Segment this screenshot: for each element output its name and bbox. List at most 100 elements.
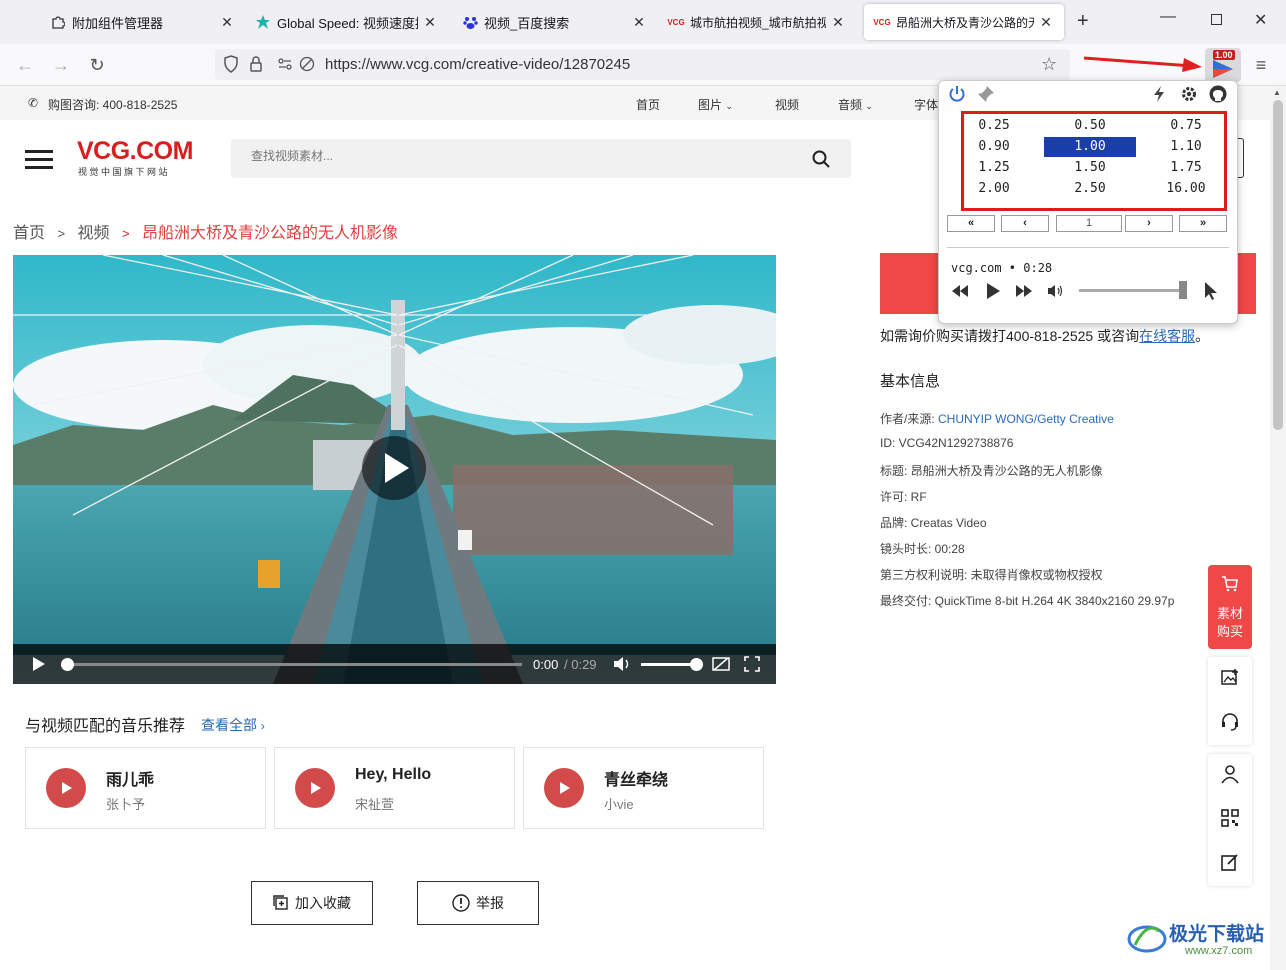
- logo-subtitle: 视 觉 中 国 旗 下 网 站: [78, 167, 168, 177]
- url-bar[interactable]: https://www.vcg.com/creative-video/12870…: [215, 49, 1070, 80]
- fullscreen-icon[interactable]: [744, 656, 760, 672]
- close-tab-icon[interactable]: ✕: [631, 14, 647, 31]
- permissions-icon[interactable]: [277, 57, 293, 74]
- faster-fast-button[interactable]: »: [1179, 215, 1227, 232]
- play-icon[interactable]: [31, 656, 47, 672]
- add-favorite-button[interactable]: 加入收藏: [251, 881, 373, 925]
- new-tab-button[interactable]: +: [1077, 10, 1089, 33]
- nav-home[interactable]: 首页: [636, 96, 660, 113]
- tab-addons[interactable]: 附加组件管理器 ✕: [40, 4, 245, 40]
- popup-volume-thumb[interactable]: [1179, 281, 1187, 299]
- view-all-link[interactable]: 查看全部 ›: [201, 715, 265, 735]
- search-icon[interactable]: [812, 150, 830, 168]
- breadcrumb-video[interactable]: 视频: [78, 225, 110, 242]
- tab-city-aerial[interactable]: VCG 城市航拍视频_城市航拍视频 ✕: [658, 4, 856, 40]
- volume-track[interactable]: [641, 658, 703, 671]
- nav-images[interactable]: 图片 ⌄: [698, 96, 733, 113]
- minimize-button[interactable]: —: [1160, 8, 1176, 26]
- bookmark-star-icon[interactable]: ☆: [1041, 54, 1057, 75]
- hamburger-menu-icon[interactable]: [25, 150, 53, 169]
- video-player[interactable]: 0:00 / 0:29: [13, 255, 776, 684]
- speed-option[interactable]: 0.75: [1140, 116, 1232, 136]
- speed-option[interactable]: 0.50: [1044, 116, 1136, 136]
- music-play-button[interactable]: [295, 768, 335, 808]
- back-button[interactable]: ←: [12, 52, 38, 78]
- speed-option[interactable]: 0.90: [948, 137, 1040, 157]
- speed-option[interactable]: 2.50: [1044, 179, 1136, 199]
- cursor-icon[interactable]: [1203, 281, 1219, 301]
- tab-baidu[interactable]: 视频_百度搜索 ✕: [452, 4, 657, 40]
- global-speed-extension-button[interactable]: 1.00: [1205, 48, 1241, 82]
- autoplay-blocked-icon[interactable]: [299, 56, 315, 75]
- speed-option[interactable]: 1.00: [1044, 137, 1136, 157]
- rewind-icon[interactable]: [951, 284, 969, 298]
- headset-icon[interactable]: [1220, 712, 1240, 732]
- github-icon[interactable]: [1209, 85, 1227, 103]
- user-icon[interactable]: [1220, 764, 1240, 784]
- music-card[interactable]: 青丝牵绕 小vie: [523, 747, 764, 829]
- vcg-logo[interactable]: VCG.COM: [77, 137, 193, 166]
- faster-button[interactable]: ›: [1125, 215, 1173, 232]
- info-title: 基本信息: [880, 373, 941, 390]
- speed-play-icon: [1213, 60, 1233, 78]
- close-window-button[interactable]: ✕: [1254, 10, 1267, 30]
- popup-volume-track[interactable]: [1079, 289, 1179, 292]
- nav-audio[interactable]: 音频 ⌄: [838, 96, 873, 113]
- app-menu-button[interactable]: ≡: [1248, 52, 1274, 78]
- breadcrumb-home[interactable]: 首页: [13, 225, 45, 242]
- speed-option[interactable]: 0.25: [948, 116, 1040, 136]
- maximize-button[interactable]: [1211, 14, 1222, 25]
- slower-fast-button[interactable]: «: [947, 215, 995, 232]
- speed-option[interactable]: 2.00: [948, 179, 1040, 199]
- forward-button[interactable]: →: [48, 52, 74, 78]
- speed-option[interactable]: 1.10: [1140, 137, 1232, 157]
- slower-button[interactable]: ‹: [1001, 215, 1049, 232]
- search-input[interactable]: [251, 149, 791, 163]
- gear-icon[interactable]: [1180, 85, 1198, 103]
- tab-global-speed[interactable]: Global Speed: 视频速度控制 ✕: [245, 4, 448, 40]
- report-button[interactable]: 举报: [417, 881, 539, 925]
- search-box[interactable]: [231, 139, 851, 178]
- volume-icon[interactable]: [1047, 284, 1065, 298]
- speed-option[interactable]: 1.50: [1044, 158, 1136, 178]
- watermark: 极光下载站 www.xz7.com: [1127, 915, 1277, 965]
- music-card[interactable]: 雨儿乖 张卜予: [25, 747, 266, 829]
- image-search-icon[interactable]: [1220, 668, 1240, 688]
- play-icon[interactable]: [985, 282, 1001, 300]
- lightning-icon[interactable]: [1151, 85, 1167, 103]
- progress-track[interactable]: [61, 658, 522, 671]
- nav-fonts[interactable]: 字体: [914, 96, 938, 113]
- nav-video[interactable]: 视频: [775, 96, 799, 113]
- speed-option[interactable]: 16.00: [1140, 179, 1232, 199]
- music-play-button[interactable]: [544, 768, 584, 808]
- page-scrollbar[interactable]: ▲: [1270, 86, 1286, 970]
- close-tab-icon[interactable]: ✕: [1038, 14, 1054, 31]
- reload-button[interactable]: ↻: [84, 52, 110, 78]
- close-tab-icon[interactable]: ✕: [219, 14, 235, 31]
- pin-icon[interactable]: [977, 85, 995, 103]
- scrollbar-thumb[interactable]: [1273, 100, 1283, 430]
- music-play-button[interactable]: [46, 768, 86, 808]
- speed-option[interactable]: 1.25: [948, 158, 1040, 178]
- material-buy-button[interactable]: 素材 购买: [1208, 565, 1252, 649]
- lock-icon[interactable]: [249, 55, 263, 76]
- online-service-link[interactable]: 在线客服: [1139, 328, 1195, 344]
- power-icon[interactable]: [948, 85, 966, 103]
- url-text[interactable]: https://www.vcg.com/creative-video/12870…: [325, 56, 630, 73]
- volume-icon[interactable]: [613, 656, 631, 672]
- progress-knob[interactable]: [61, 658, 74, 671]
- close-tab-icon[interactable]: ✕: [422, 14, 438, 31]
- author-link[interactable]: CHUNYIP WONG/Getty Creative: [938, 412, 1114, 426]
- close-tab-icon[interactable]: ✕: [830, 14, 846, 31]
- speed-input[interactable]: 1: [1056, 215, 1122, 232]
- tab-current[interactable]: VCG 昂船洲大桥及青沙公路的无人 ✕: [864, 4, 1064, 40]
- music-card[interactable]: Hey, Hello 宋祉萱: [274, 747, 515, 829]
- edit-feedback-icon[interactable]: [1220, 852, 1240, 872]
- qr-code-icon[interactable]: [1220, 808, 1240, 828]
- pip-off-icon[interactable]: [712, 656, 730, 672]
- scroll-up-arrow[interactable]: ▲: [1273, 88, 1281, 97]
- speed-option[interactable]: 1.75: [1140, 158, 1232, 178]
- volume-knob[interactable]: [690, 658, 703, 671]
- fast-forward-icon[interactable]: [1015, 284, 1033, 298]
- shield-icon[interactable]: [223, 55, 239, 76]
